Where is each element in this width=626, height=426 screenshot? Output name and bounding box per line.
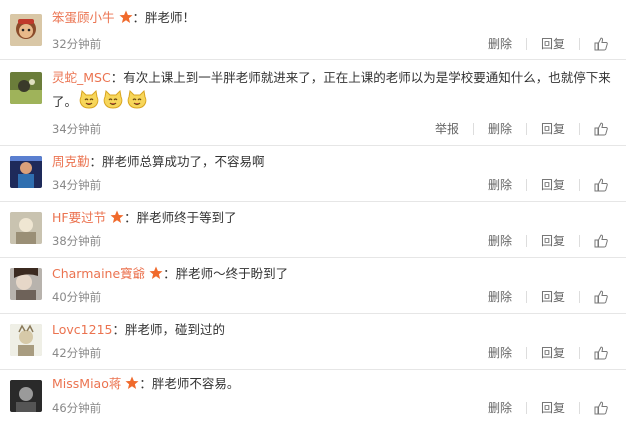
comment-actions: 删除 回复 <box>488 289 608 305</box>
comment-actions: 删除 回复 <box>488 345 608 361</box>
username-link[interactable]: Charmaine寶爺 <box>52 266 145 281</box>
divider <box>579 291 580 303</box>
thumbs-up-icon[interactable] <box>594 401 608 415</box>
comment-line: Lovc1215：胖老师，碰到过的 <box>52 320 614 340</box>
orange-star-icon <box>125 376 139 390</box>
divider <box>525 347 527 359</box>
delete-button[interactable]: 删除 <box>488 289 512 305</box>
cat-face-emoji-icon <box>102 89 124 111</box>
cat-face-emoji-icon <box>78 89 100 111</box>
username-link[interactable]: MissMiao蒋 <box>52 376 121 391</box>
comment-text: ：胖老师～终于盼到了 <box>163 266 289 281</box>
delete-button[interactable]: 删除 <box>488 121 512 137</box>
comment-item: 笨蛋顾小牛 ：胖老师！ 32分钟前 删除 回复 <box>0 0 626 60</box>
username-link[interactable]: 笨蛋顾小牛 <box>52 10 115 25</box>
comment-time: 38分钟前 <box>52 234 102 248</box>
thumbs-up-icon[interactable] <box>594 290 608 304</box>
divider <box>525 123 527 135</box>
avatar[interactable] <box>10 156 42 188</box>
delete-button[interactable]: 删除 <box>488 400 512 416</box>
report-button[interactable]: 举报 <box>435 121 459 137</box>
orange-star-icon <box>149 266 163 280</box>
comment-text: ：胖老师，碰到过的 <box>112 322 225 337</box>
reply-button[interactable]: 回复 <box>541 345 565 361</box>
username-link[interactable]: Lovc1215 <box>52 322 112 337</box>
comment-item: 灵蛇_MSC：有次上课上到一半胖老师就进来了，正在上课的老师以为是学校要通知什么… <box>0 60 626 146</box>
comment-item: Charmaine寶爺 ：胖老师～终于盼到了 40分钟前 删除 回复 <box>0 258 626 314</box>
comment-line: MissMiao蒋 ：胖老师不容易。 <box>52 374 614 394</box>
comment-item: 周克勤：胖老师总算成功了，不容易啊 34分钟前 删除 回复 <box>0 146 626 202</box>
divider <box>579 123 580 135</box>
reply-button[interactable]: 回复 <box>541 233 565 249</box>
delete-button[interactable]: 删除 <box>488 36 512 52</box>
divider <box>525 38 527 50</box>
comment-item: Lovc1215：胖老师，碰到过的 42分钟前 删除 回复 <box>0 314 626 370</box>
thumbs-up-icon[interactable] <box>594 234 608 248</box>
divider <box>579 235 580 247</box>
divider <box>579 38 580 50</box>
avatar[interactable] <box>10 212 42 244</box>
avatar[interactable] <box>10 380 42 412</box>
divider <box>472 123 474 135</box>
comment-line: 笨蛋顾小牛 ：胖老师！ <box>52 8 614 28</box>
reply-button[interactable]: 回复 <box>541 121 565 137</box>
reply-button[interactable]: 回复 <box>541 36 565 52</box>
comment-line: 周克勤：胖老师总算成功了，不容易啊 <box>52 152 614 172</box>
comment-time: 34分钟前 <box>52 122 102 136</box>
comment-item: MissMiao蒋 ：胖老师不容易。 46分钟前 删除 回复 <box>0 370 626 426</box>
delete-button[interactable]: 删除 <box>488 345 512 361</box>
avatar[interactable] <box>10 324 42 356</box>
reply-button[interactable]: 回复 <box>541 289 565 305</box>
divider <box>579 347 580 359</box>
comment-actions: 删除 回复 <box>488 233 608 249</box>
username-link[interactable]: 周克勤 <box>52 154 90 169</box>
avatar[interactable] <box>10 14 42 46</box>
comment-time: 46分钟前 <box>52 401 102 415</box>
comment-text: ：胖老师不容易。 <box>139 376 240 391</box>
divider <box>525 179 527 191</box>
comment-time: 34分钟前 <box>52 178 102 192</box>
username-link[interactable]: 灵蛇_MSC <box>52 70 111 85</box>
divider <box>525 235 527 247</box>
comment-text: ：胖老师终于等到了 <box>124 210 237 225</box>
delete-button[interactable]: 删除 <box>488 177 512 193</box>
avatar[interactable] <box>10 268 42 300</box>
thumbs-up-icon[interactable] <box>594 346 608 360</box>
cat-face-emoji-icon <box>126 89 148 111</box>
thumbs-up-icon[interactable] <box>594 122 608 136</box>
comment-line: HF要过节 ：胖老师终于等到了 <box>52 208 614 228</box>
comment-line: 灵蛇_MSC：有次上课上到一半胖老师就进来了，正在上课的老师以为是学校要通知什么… <box>52 66 614 113</box>
thumbs-up-icon[interactable] <box>594 37 608 51</box>
divider <box>579 179 580 191</box>
thumbs-up-icon[interactable] <box>594 178 608 192</box>
orange-star-icon <box>119 10 133 24</box>
comment-list: 笨蛋顾小牛 ：胖老师！ 32分钟前 删除 回复 灵蛇_MSC：有次上课上到一半胖老… <box>0 0 626 426</box>
reply-button[interactable]: 回复 <box>541 400 565 416</box>
comment-actions: 举报 删除 回复 <box>435 121 608 137</box>
divider <box>525 291 527 303</box>
comment-time: 32分钟前 <box>52 37 102 51</box>
delete-button[interactable]: 删除 <box>488 233 512 249</box>
comment-actions: 删除 回复 <box>488 177 608 193</box>
comment-text: ：胖老师总算成功了，不容易啊 <box>89 154 265 169</box>
reply-button[interactable]: 回复 <box>541 177 565 193</box>
comment-time: 40分钟前 <box>52 290 102 304</box>
comment-actions: 删除 回复 <box>488 36 608 52</box>
comment-time: 42分钟前 <box>52 346 102 360</box>
comment-text: ：胖老师！ <box>132 10 196 25</box>
divider <box>579 402 580 414</box>
username-link[interactable]: HF要过节 <box>52 210 106 225</box>
orange-star-icon <box>110 210 124 224</box>
avatar[interactable] <box>10 72 42 104</box>
divider <box>525 402 527 414</box>
comment-item: HF要过节 ：胖老师终于等到了 38分钟前 删除 回复 <box>0 202 626 258</box>
comment-line: Charmaine寶爺 ：胖老师～终于盼到了 <box>52 264 614 284</box>
comment-actions: 删除 回复 <box>488 400 608 416</box>
